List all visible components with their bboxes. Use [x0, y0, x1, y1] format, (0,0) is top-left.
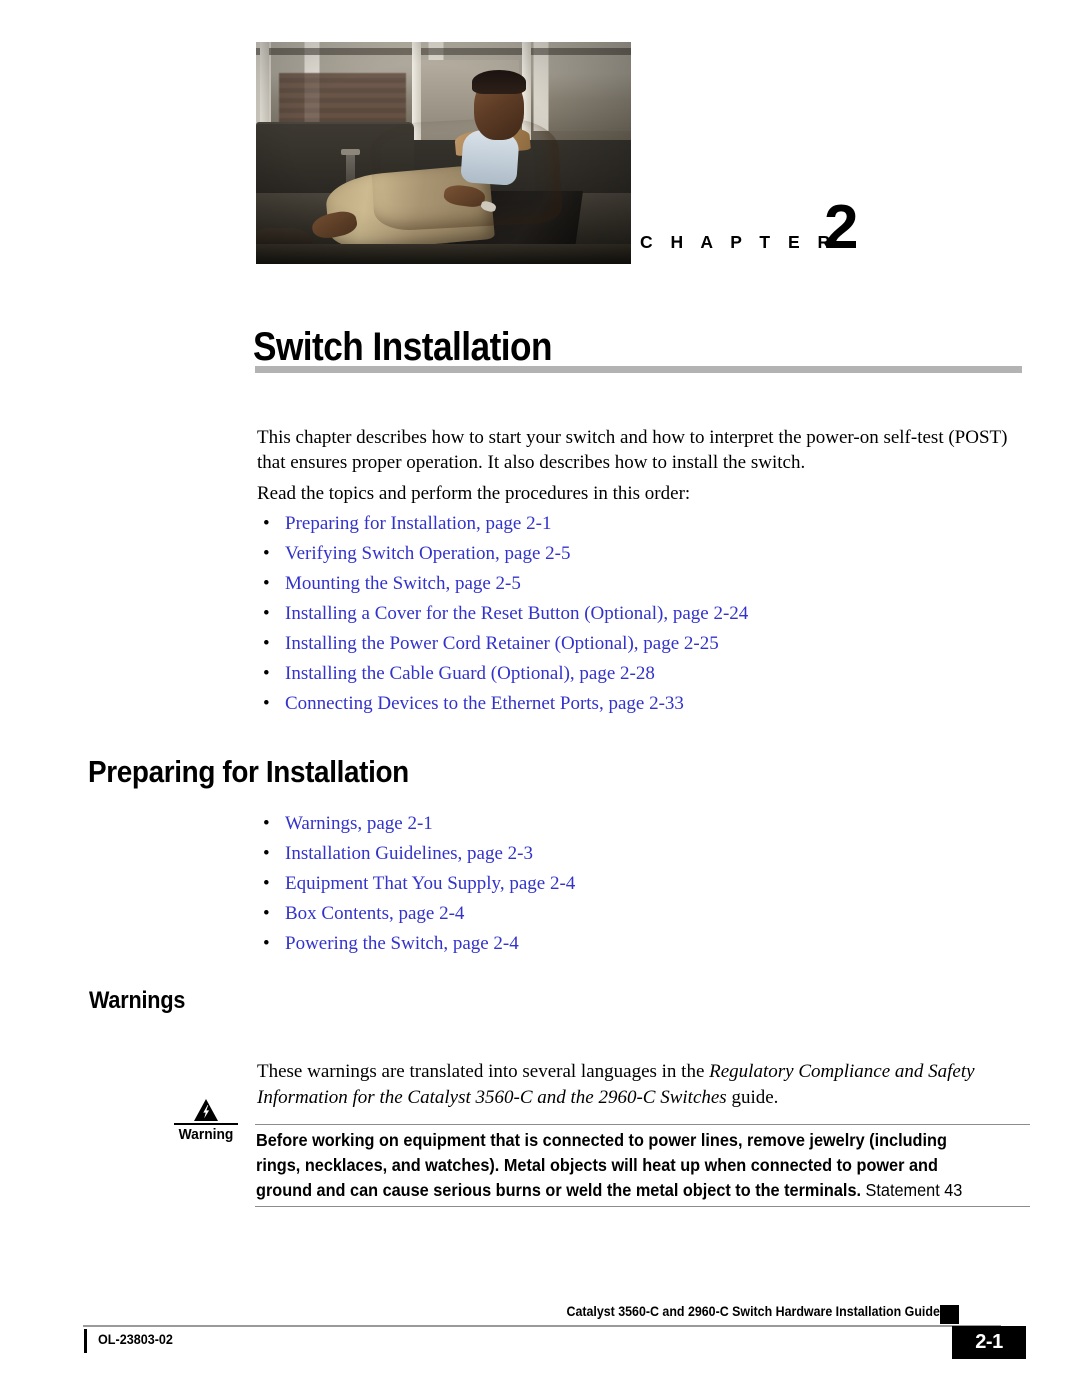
topic-link[interactable]: Warnings, page 2-1 — [285, 813, 433, 834]
bullet-icon: • — [263, 543, 270, 564]
list-item[interactable]: • Mounting the Switch, page 2-5 — [258, 569, 1018, 599]
list-item[interactable]: • Connecting Devices to the Ethernet Port… — [258, 689, 1018, 719]
list-item[interactable]: • Verifying Switch Operation, page 2-5 — [258, 539, 1018, 569]
intro-paragraph-1: This chapter describes how to start your… — [257, 427, 1008, 473]
topic-link[interactable]: Box Contents, page 2-4 — [285, 903, 464, 924]
topic-link[interactable]: Installing the Cable Guard (Optional), p… — [285, 663, 655, 684]
chapter-topic-link-list: • Preparing for Installation, page 2-1 • V… — [258, 509, 1018, 719]
intro-paragraph-2-container: Read the topics and perform the procedur… — [257, 482, 1027, 507]
warning-label: Warning — [178, 1126, 234, 1143]
warnings-intro-text-before: These warnings are translated into sever… — [257, 1061, 710, 1082]
chapter-number: 2 — [824, 193, 859, 262]
list-item[interactable]: • Equipment That You Supply, page 2-4 — [258, 869, 1018, 899]
preparing-topic-link-list: • Warnings, page 2-1 • Installation Guidel… — [258, 809, 1018, 959]
footer-divider — [83, 1325, 1001, 1327]
warning-lightning-triangle-icon — [194, 1099, 218, 1121]
topic-link[interactable]: Verifying Switch Operation, page 2-5 — [285, 543, 570, 564]
bullet-icon: • — [263, 933, 270, 954]
chapter-marker: C H A P T E R 2 — [640, 197, 1020, 265]
chapter-word-label: C H A P T E R — [640, 232, 837, 252]
list-item[interactable]: • Box Contents, page 2-4 — [258, 899, 1018, 929]
chapter-header-photo — [256, 42, 631, 264]
photo-vignette — [256, 42, 631, 264]
bullet-icon: • — [263, 513, 270, 534]
intro-paragraph-2: Read the topics and perform the procedur… — [257, 483, 691, 504]
page-title: Switch Installation — [253, 324, 553, 369]
list-item[interactable]: • Installing the Power Cord Retainer (Opt… — [258, 629, 1018, 659]
list-item[interactable]: • Powering the Switch, page 2-4 — [258, 929, 1018, 959]
bullet-icon: • — [263, 693, 270, 714]
footer-accent-square — [940, 1305, 959, 1324]
topic-link[interactable]: Preparing for Installation, page 2-1 — [285, 513, 551, 534]
bullet-icon: • — [263, 903, 270, 924]
warning-bottom-rule — [255, 1206, 1030, 1207]
list-item[interactable]: • Installation Guidelines, page 2-3 — [258, 839, 1018, 869]
warning-top-rule — [255, 1124, 1030, 1125]
bullet-icon: • — [263, 573, 270, 594]
bullet-icon: • — [263, 633, 270, 654]
warning-icon-column: Warning — [170, 1098, 242, 1143]
list-item[interactable]: • Installing the Cable Guard (Optional), … — [258, 659, 1018, 689]
list-item[interactable]: • Warnings, page 2-1 — [258, 809, 1018, 839]
topic-link[interactable]: Installing the Power Cord Retainer (Opti… — [285, 633, 719, 654]
topic-link[interactable]: Powering the Switch, page 2-4 — [285, 933, 519, 954]
bullet-icon: • — [263, 873, 270, 894]
topic-link[interactable]: Connecting Devices to the Ethernet Ports… — [285, 693, 684, 714]
footer-accent-tick — [84, 1329, 87, 1353]
list-item[interactable]: • Installing a Cover for the Reset Button… — [258, 599, 1018, 629]
footer-page-number: 2-1 — [952, 1326, 1026, 1359]
title-divider — [255, 366, 1022, 373]
warning-statement-number: Statement 43 — [861, 1180, 963, 1200]
warning-icon-rule — [174, 1123, 238, 1125]
bullet-icon: • — [263, 813, 270, 834]
section-heading-warnings: Warnings — [89, 987, 186, 1014]
page-footer: Catalyst 3560-C and 2960-C Switch Hardwa… — [0, 1300, 1080, 1380]
intro-paragraph-1-container: This chapter describes how to start your… — [257, 426, 1027, 475]
topic-link[interactable]: Installation Guidelines, page 2-3 — [285, 843, 533, 864]
chapter-header: C H A P T E R 2 — [0, 0, 1080, 275]
footer-guide-title: Catalyst 3560-C and 2960-C Switch Hardwa… — [566, 1304, 940, 1319]
warning-body-bold: Before working on equipment that is conn… — [256, 1130, 947, 1200]
topic-link[interactable]: Equipment That You Supply, page 2-4 — [285, 873, 575, 894]
list-item[interactable]: • Preparing for Installation, page 2-1 — [258, 509, 1018, 539]
warning-callout: Warning Before working on equipment that… — [170, 1098, 1030, 1208]
bullet-icon: • — [263, 843, 270, 864]
topic-link[interactable]: Mounting the Switch, page 2-5 — [285, 573, 521, 594]
bullet-icon: • — [263, 663, 270, 684]
bullet-icon: • — [263, 603, 270, 624]
section-heading-preparing-for-installation: Preparing for Installation — [88, 754, 409, 789]
footer-document-id: OL-23803-02 — [98, 1331, 173, 1347]
topic-link[interactable]: Installing a Cover for the Reset Button … — [285, 603, 748, 624]
warning-body: Before working on equipment that is conn… — [256, 1128, 977, 1203]
